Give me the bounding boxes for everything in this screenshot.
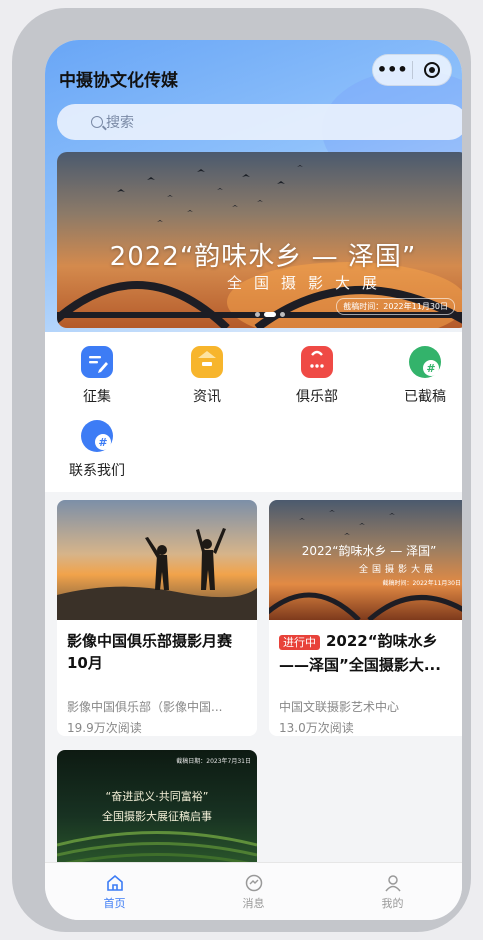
app-screen: 中摄协文化传媒 ••• 搜索 2022“韵味水乡 — 泽国” 全国摄影大展 截稿… bbox=[45, 40, 462, 920]
tab-label: 我的 bbox=[381, 896, 404, 910]
user-icon bbox=[353, 873, 433, 893]
article-title-row: 进行中 2022“韵味水乡——泽国”全国摄影大... bbox=[269, 620, 462, 684]
menu-item-news[interactable]: 资讯 bbox=[167, 346, 247, 406]
thumbnail-deadline: 截稿日期：2023年7月31日 bbox=[176, 758, 251, 765]
article-reads: 13.0万次阅读 bbox=[279, 721, 354, 735]
phone-frame: 中摄协文化传媒 ••• 搜索 2022“韵味水乡 — 泽国” 全国摄影大展 截稿… bbox=[12, 8, 471, 932]
banner-title: 2022“韵味水乡 — 泽国” bbox=[109, 242, 417, 272]
more-icon[interactable]: ••• bbox=[373, 54, 412, 86]
article-thumbnail bbox=[57, 500, 257, 620]
search-bar[interactable]: 搜索 bbox=[57, 104, 462, 140]
carousel-dot bbox=[280, 312, 285, 317]
article-source: 中国文联摄影艺术中心 bbox=[279, 700, 400, 714]
tab-messages[interactable]: 消息 bbox=[214, 873, 294, 911]
thumbnail-line1: “奋进武义·共同富裕” bbox=[105, 790, 209, 803]
chat-hash-icon: # bbox=[81, 420, 113, 452]
quick-menu: 征集 资讯 俱乐部 # 已截稿 # 联系我们 bbox=[45, 332, 462, 492]
menu-item-contact[interactable]: # 联系我们 bbox=[57, 420, 137, 480]
article-title: 影像中国俱乐部摄影月赛10月 bbox=[67, 632, 233, 672]
birds-decoration bbox=[117, 165, 303, 222]
carousel-indicator bbox=[255, 312, 285, 317]
thumbnail-title: 2022“韵味水乡 — 泽国” bbox=[301, 544, 437, 558]
tab-home[interactable]: 首页 bbox=[75, 873, 155, 911]
menu-item-label: 已截稿 bbox=[404, 389, 446, 405]
mini-program-capsule: ••• bbox=[372, 54, 452, 86]
article-reads: 19.9万次阅读 bbox=[67, 721, 142, 735]
menu-item-label: 俱乐部 bbox=[296, 389, 338, 405]
banner-deadline: 截稿时间：2022年11月30日 bbox=[336, 298, 455, 315]
svg-text:#: # bbox=[98, 436, 107, 449]
carousel-dot bbox=[255, 312, 260, 317]
club-bag-icon bbox=[301, 346, 333, 378]
menu-item-collect[interactable]: 征集 bbox=[57, 346, 137, 406]
edit-doc-icon bbox=[81, 346, 113, 378]
chat-hash-icon: # bbox=[409, 346, 441, 378]
banner-subtitle: 全国摄影大展 bbox=[227, 274, 390, 292]
thumbnail-deadline: 截稿时间：2022年11月30日 bbox=[382, 580, 461, 587]
thumbnail-line2: 全国摄影大展征稿启事 bbox=[102, 810, 212, 823]
menu-item-closed[interactable]: # 已截稿 bbox=[385, 346, 462, 406]
article-thumbnail: 2022“韵味水乡 — 泽国” 全国摄影大展 截稿时间：2022年11月30日 bbox=[269, 500, 462, 620]
article-card[interactable]: 截稿日期：2023年7月31日 “奋进武义·共同富裕” 全国摄影大展征稿启事 bbox=[57, 750, 257, 870]
article-source: 影像中国俱乐部（影像中国... bbox=[67, 700, 223, 714]
menu-item-club[interactable]: 俱乐部 bbox=[277, 346, 357, 406]
article-thumbnail: 截稿日期：2023年7月31日 “奋进武义·共同富裕” 全国摄影大展征稿启事 bbox=[57, 750, 257, 870]
article-card[interactable]: 2022“韵味水乡 — 泽国” 全国摄影大展 截稿时间：2022年11月30日 … bbox=[269, 500, 462, 736]
article-card[interactable]: 影像中国俱乐部摄影月赛10月 影像中国俱乐部（影像中国... 19.9万次阅读 bbox=[57, 500, 257, 736]
menu-item-label: 资讯 bbox=[193, 389, 221, 405]
tab-profile[interactable]: 我的 bbox=[353, 873, 433, 911]
menu-item-label: 联系我们 bbox=[69, 463, 125, 479]
banner-carousel[interactable]: 2022“韵味水乡 — 泽国” 全国摄影大展 截稿时间：2022年11月30日 bbox=[57, 152, 462, 328]
tab-label: 消息 bbox=[242, 896, 265, 910]
news-bookmark-icon bbox=[191, 346, 223, 378]
app-title: 中摄协文化传媒 bbox=[59, 71, 178, 91]
search-icon bbox=[91, 116, 103, 128]
home-icon bbox=[75, 873, 155, 893]
close-target-icon[interactable] bbox=[412, 62, 451, 78]
thumbnail-subtitle: 全国摄影大展 bbox=[359, 565, 438, 575]
tab-label: 首页 bbox=[103, 896, 126, 910]
status-badge: 进行中 bbox=[279, 635, 320, 650]
svg-text:#: # bbox=[426, 362, 435, 375]
menu-item-label: 征集 bbox=[83, 389, 111, 405]
carousel-dot-active bbox=[264, 312, 276, 317]
message-icon bbox=[214, 873, 294, 893]
bottom-tab-bar: 首页 消息 我的 bbox=[45, 862, 462, 920]
search-placeholder: 搜索 bbox=[106, 115, 134, 131]
